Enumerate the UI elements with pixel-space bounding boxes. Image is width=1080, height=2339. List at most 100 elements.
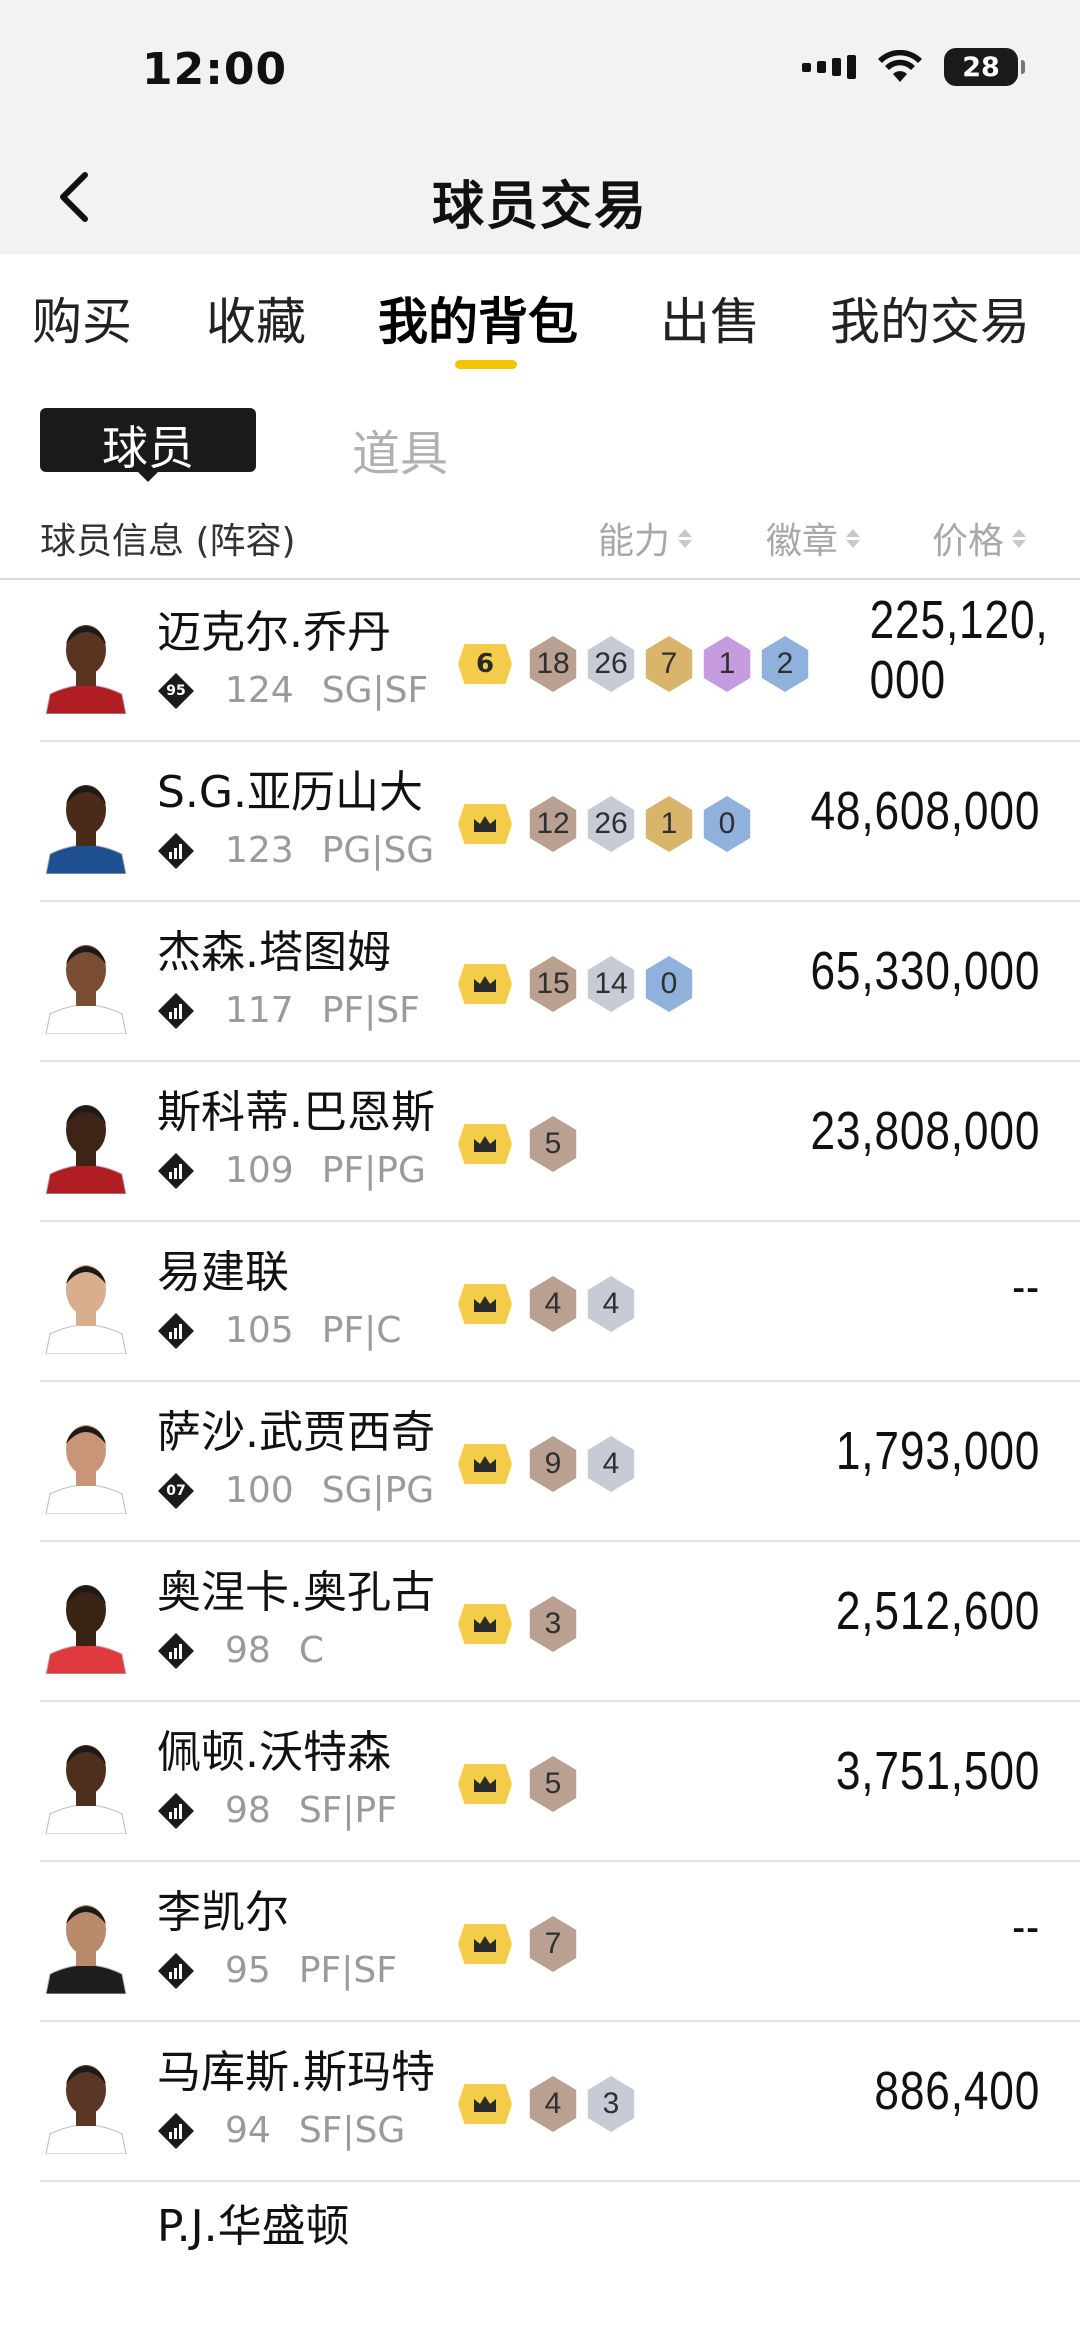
player-badges: 43	[458, 2076, 638, 2132]
player-meta: 94 SF|SG	[157, 2110, 405, 2151]
sort-badges[interactable]: 徽章	[766, 512, 861, 564]
crown-badge-icon	[458, 1764, 512, 1804]
tab-buy[interactable]: 购买	[32, 282, 132, 354]
sort-arrows-icon	[678, 528, 693, 548]
player-badges: 44	[458, 1276, 638, 1332]
player-positions: SF|PF	[298, 1790, 397, 1831]
player-avatar	[36, 1250, 136, 1354]
crown-count: 6	[475, 649, 495, 679]
tab-my-backpack[interactable]: 我的背包	[378, 282, 578, 354]
crown-icon	[474, 1776, 496, 1792]
player-badges: 5	[458, 1756, 580, 1812]
badge-bronze-icon: 12	[529, 796, 577, 852]
player-name: 迈克尔.乔丹	[157, 607, 391, 658]
list-item[interactable]: 马库斯.斯玛特 94 SF|SG 4 3 886,400	[0, 2022, 1080, 2182]
team-95-icon: 95	[157, 672, 195, 710]
player-positions: PF|SF	[321, 990, 420, 1031]
crown-icon	[474, 1936, 496, 1952]
player-meta: 117 PF|SF	[157, 990, 420, 1031]
player-price: 1,793,000	[835, 1421, 1040, 1481]
crown-badge-icon	[458, 804, 512, 844]
badge-bronze-icon: 15	[529, 956, 577, 1012]
player-meta: 95 PF|SF	[157, 1950, 397, 1991]
list-item[interactable]: 李凯尔 95 PF|SF 7 --	[0, 1862, 1080, 2022]
badge-count: 4	[602, 1447, 620, 1480]
player-overall: 117	[225, 990, 294, 1031]
team-label: 07	[166, 1482, 186, 1499]
player-name: 杰森.塔图姆	[157, 927, 391, 978]
badge-bronze-icon: 5	[529, 1116, 577, 1172]
player-avatar	[36, 770, 136, 874]
player-avatar	[36, 1570, 136, 1674]
team-07-icon: 07	[157, 1472, 195, 1510]
team-label: 95	[166, 682, 186, 699]
player-avatar	[36, 1730, 136, 1834]
player-name: 佩顿.沃特森	[157, 1727, 391, 1778]
team-star-icon	[157, 1312, 195, 1350]
player-meta: 95 124 SG|SF	[157, 670, 428, 711]
badge-count: 0	[660, 967, 678, 1000]
page-title: 球员交易	[431, 177, 648, 237]
subtab-items[interactable]: 道具	[352, 414, 448, 484]
list-item[interactable]: 奥涅卡.奥孔古 98 C 3 2,512,600	[0, 1542, 1080, 1702]
player-badges: 7	[458, 1916, 580, 1972]
list-item[interactable]: 斯科蒂.巴恩斯 109 PF|PG 5 23,808,000	[0, 1062, 1080, 1222]
player-overall: 105	[225, 1310, 294, 1351]
crown-badge-icon	[458, 2084, 512, 2124]
sort-ability[interactable]: 能力	[598, 512, 693, 564]
badge-count: 18	[536, 647, 570, 680]
badge-count: 4	[602, 1287, 620, 1320]
badge-bronze-icon: 5	[529, 1756, 577, 1812]
tab-sell[interactable]: 出售	[660, 282, 760, 354]
list-item[interactable]: 易建联 105 PF|C 4 4 --	[0, 1222, 1080, 1382]
player-price: 48,608,000	[810, 781, 1040, 841]
list-item[interactable]: 杰森.塔图姆 117 PF|SF 15 14 0 65,330,000	[0, 902, 1080, 1062]
badge-bronze-icon: 4	[529, 2076, 577, 2132]
badge-gold-icon: 1	[645, 796, 693, 852]
player-positions: PF|SF	[298, 1950, 397, 1991]
list-item[interactable]: 佩顿.沃特森 98 SF|PF 5 3,751,500	[0, 1702, 1080, 1862]
player-overall: 124	[225, 670, 294, 711]
player-badges: 5	[458, 1116, 580, 1172]
player-name: 马库斯.斯玛特	[157, 2047, 435, 2098]
list-header: 球员信息 (阵容) 能力 徽章 价格	[0, 500, 1080, 580]
badge-count: 4	[544, 1287, 562, 1320]
badge-count: 9	[544, 1447, 562, 1480]
tab-my-trades[interactable]: 我的交易	[830, 282, 1030, 354]
player-list: 迈克尔.乔丹 95 124 SG|SF 6 18 26 7 1 2 225,120,000 S.G.亚…	[0, 582, 1080, 2182]
badge-count: 26	[594, 647, 628, 680]
team-raptors-icon	[157, 1152, 195, 1190]
tab-favorites[interactable]: 收藏	[206, 282, 306, 354]
row-divider	[40, 2180, 1080, 2182]
player-name: S.G.亚历山大	[157, 767, 423, 818]
sort-price[interactable]: 价格	[932, 512, 1027, 564]
list-item[interactable]: S.G.亚历山大 123 PG|SG 12 26 1 0 48,608,000	[0, 742, 1080, 902]
badge-bronze-icon: 3	[529, 1596, 577, 1652]
player-avatar	[36, 610, 136, 714]
player-overall: 109	[225, 1150, 294, 1191]
badge-count: 14	[594, 967, 628, 1000]
crown-icon	[474, 1136, 496, 1152]
player-badges: 6 18 26 7 1 2	[458, 636, 812, 692]
crown-badge-icon	[458, 1124, 512, 1164]
badge-count: 5	[544, 1767, 562, 1800]
subtab-players[interactable]: 球员	[40, 408, 256, 472]
crown-icon	[474, 2096, 496, 2112]
badge-blue-icon: 0	[703, 796, 751, 852]
badge-purple-icon: 1	[703, 636, 751, 692]
badge-count: 3	[544, 1607, 562, 1640]
team-grizzlies-icon	[157, 2112, 195, 2150]
sort-arrows-icon	[846, 528, 861, 548]
player-meta: 105 PF|C	[157, 1310, 401, 1351]
crown-icon	[474, 976, 496, 992]
badge-blue-icon: 2	[761, 636, 809, 692]
badge-silver-icon: 3	[587, 2076, 635, 2132]
player-positions: C	[298, 1630, 324, 1671]
badge-bronze-icon: 18	[529, 636, 577, 692]
player-positions: PF|C	[321, 1310, 402, 1351]
player-price: 3,751,500	[835, 1741, 1040, 1801]
list-item[interactable]: 萨沙.武贾西奇 07 100 SG|PG 9 4 1,793,000	[0, 1382, 1080, 1542]
list-item-partial[interactable]: P.J.华盛顿	[0, 2188, 1080, 2250]
list-item[interactable]: 迈克尔.乔丹 95 124 SG|SF 6 18 26 7 1 2 225,120,000	[0, 582, 1080, 742]
badge-silver-icon: 26	[587, 796, 635, 852]
